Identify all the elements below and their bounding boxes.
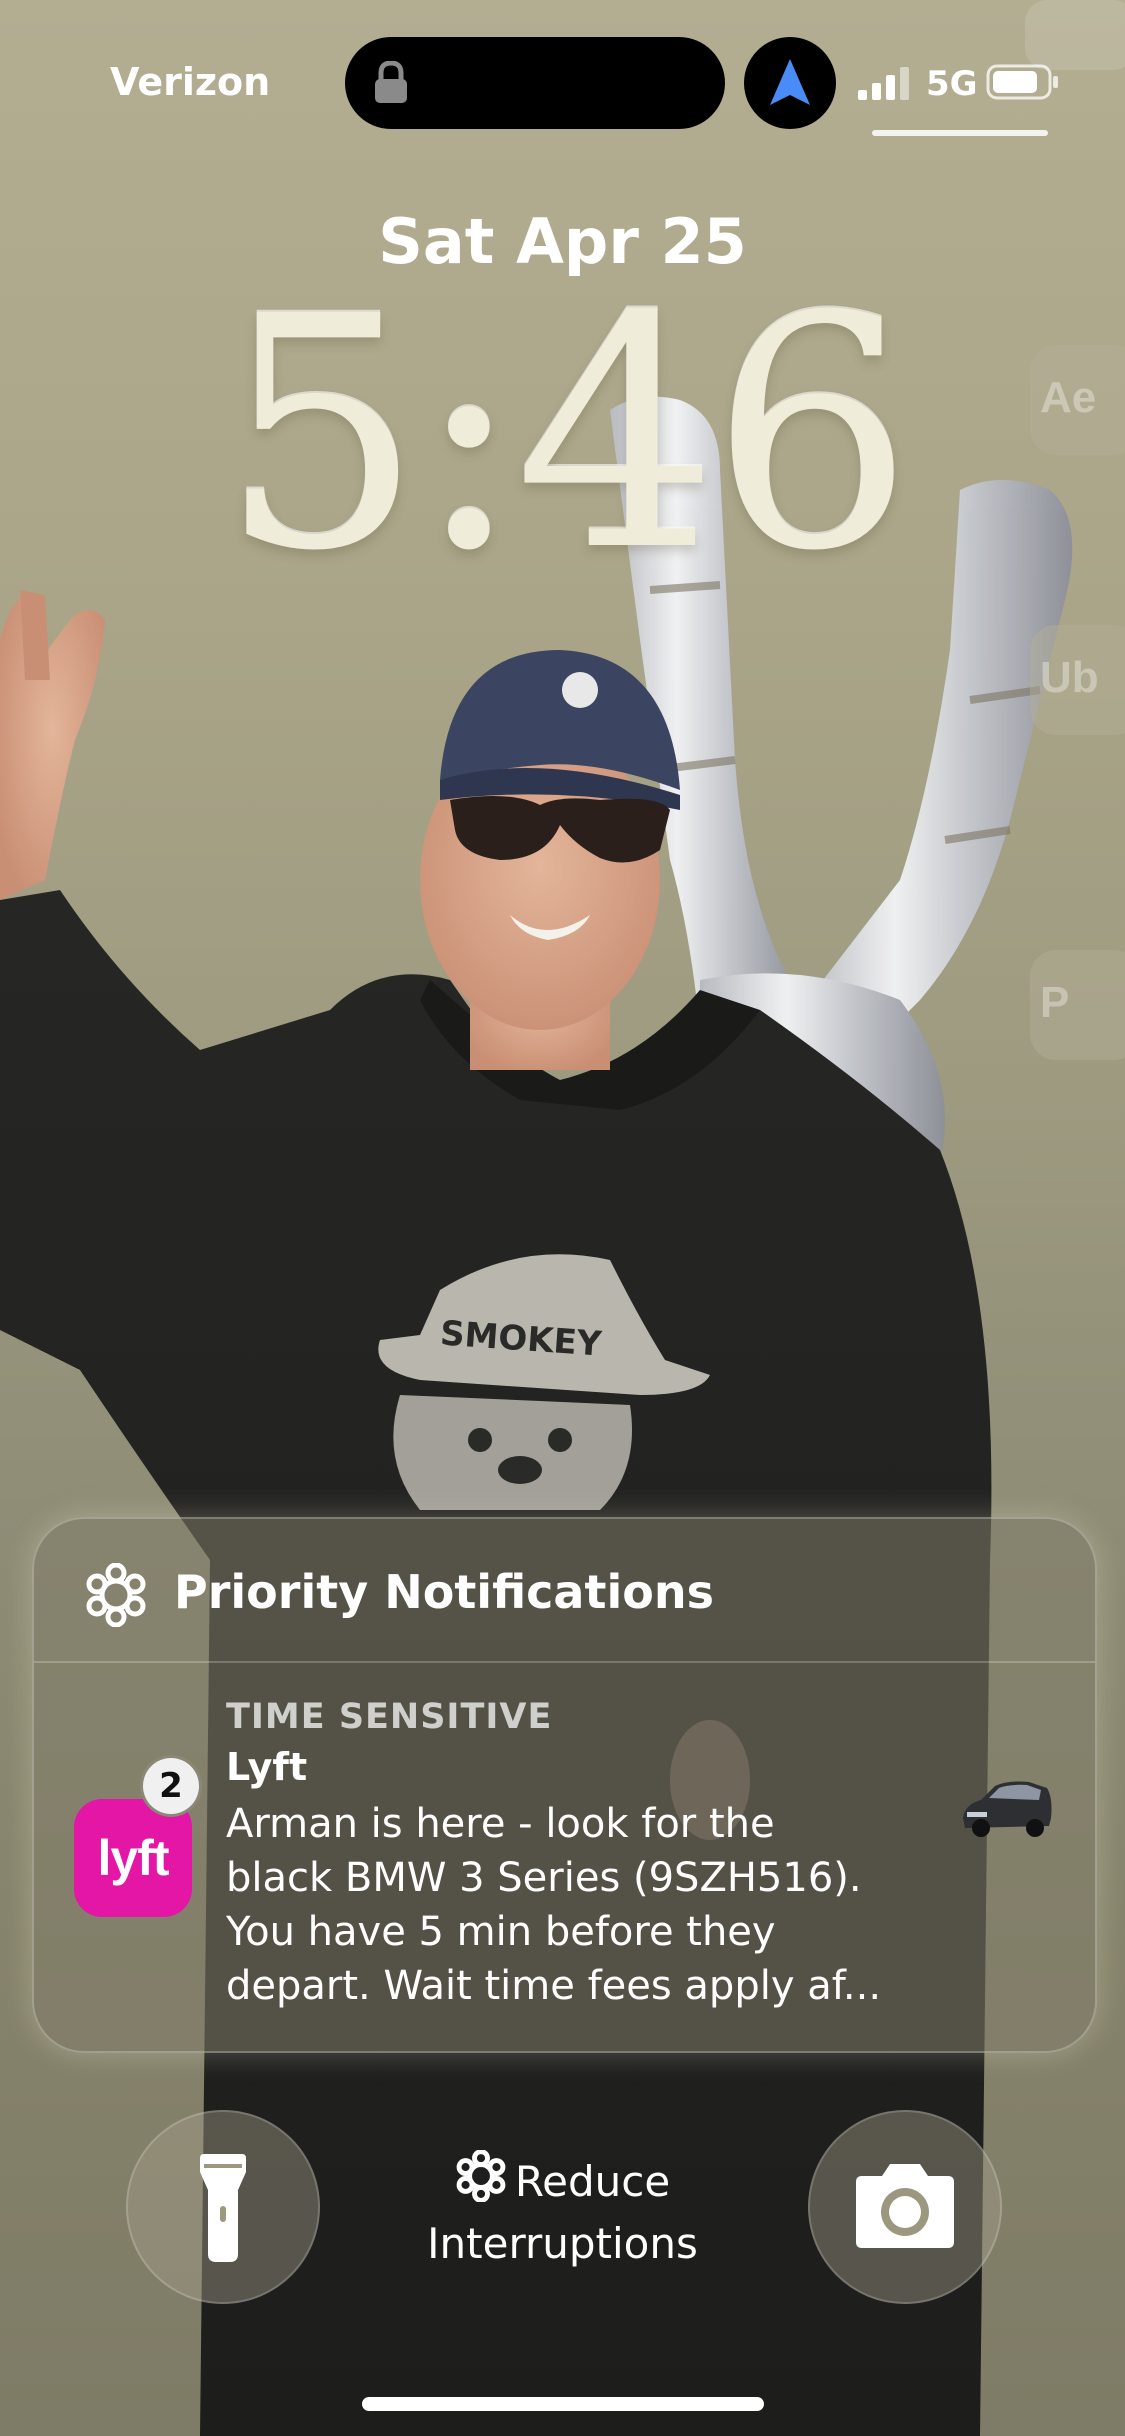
side-widget-2: Ub (1030, 625, 1125, 735)
notification-body-line: Arman is here - look for the (226, 1801, 775, 1847)
side-widget-3: P (1030, 950, 1125, 1060)
notification-app-name: Lyft (226, 1745, 308, 1789)
camera-icon (856, 2164, 954, 2248)
signal-bars-icon (858, 67, 909, 100)
notification-body-line: black BMW 3 Series (9SZH516). (226, 1855, 862, 1901)
dynamic-island[interactable] (345, 37, 725, 129)
lock-screen: SMOKEY Verizon 5G Sat Apr 25 5:46 Ae Ub … (0, 0, 1125, 2436)
focus-label-line1: Reduce (514, 2157, 671, 2206)
divider (34, 1661, 1095, 1663)
network-type-label: 5G (926, 64, 978, 104)
time-sensitive-label: TIME SENSITIVE (226, 1697, 553, 1737)
focus-mode-label[interactable]: Reduce Interruptions (400, 2150, 725, 2275)
flashlight-icon (200, 2154, 246, 2262)
notification-body-line: depart. Wait time fees apply af... (226, 1963, 882, 2009)
focus-gear-icon (456, 2150, 506, 2202)
battery-icon (986, 64, 1058, 100)
lock-icon (375, 61, 407, 103)
side-widget-1: Ae (1030, 345, 1125, 455)
status-underline (872, 130, 1048, 136)
notification-stack-title: Priority Notifications (174, 1565, 714, 1619)
lock-time: 5:46 (219, 249, 914, 621)
priority-notification-stack[interactable]: Priority Notifications lyft 2 TIME SENSI… (32, 1517, 1097, 2053)
flashlight-button[interactable] (126, 2110, 320, 2304)
notification-body: Arman is here - look for the black BMW 3… (226, 1797, 946, 2013)
carrier-label: Verizon (110, 60, 271, 104)
location-arrow-icon[interactable] (744, 37, 836, 129)
focus-label-line2: Interruptions (427, 2219, 698, 2268)
focus-gear-icon (86, 1563, 146, 1627)
car-thumbnail (963, 1781, 1052, 1837)
camera-button[interactable] (808, 2110, 1002, 2304)
notification-body-line: You have 5 min before they (226, 1909, 776, 1955)
home-indicator[interactable] (362, 2397, 764, 2411)
corner-widget (1025, 0, 1125, 70)
raised-hand (0, 590, 105, 900)
notification-count-badge: 2 (140, 1755, 202, 1817)
